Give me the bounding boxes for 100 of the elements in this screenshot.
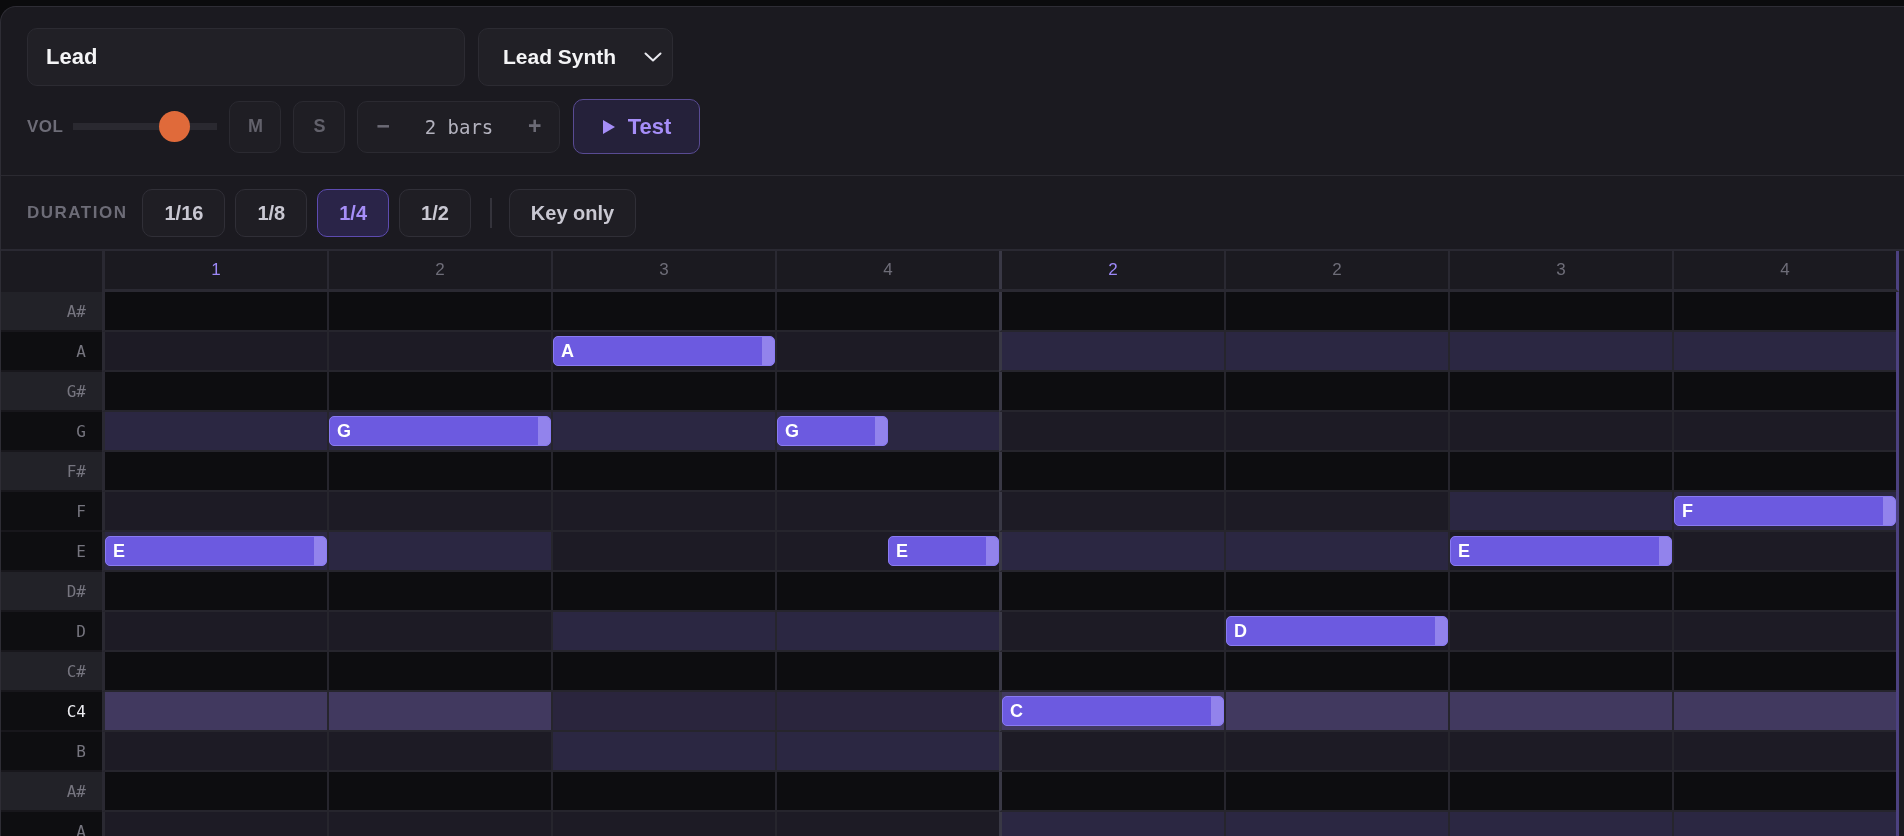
grid-cell[interactable] [1448, 612, 1672, 652]
grid-cell[interactable] [1224, 692, 1448, 732]
grid-cell[interactable] [1224, 532, 1448, 572]
grid-cell[interactable] [1224, 452, 1448, 492]
grid-cell[interactable] [102, 732, 327, 772]
grid-cell[interactable] [775, 692, 999, 732]
grid-cell[interactable] [1224, 572, 1448, 612]
note-block[interactable]: G [329, 416, 551, 446]
grid-cell[interactable] [999, 452, 1224, 492]
note-block[interactable]: E [1450, 536, 1672, 566]
test-button[interactable]: Test [573, 99, 701, 154]
resize-handle[interactable] [1659, 537, 1671, 565]
piano-key[interactable]: D [1, 612, 102, 652]
grid-cell[interactable] [327, 572, 551, 612]
grid-cell[interactable] [102, 332, 327, 372]
grid-cell[interactable] [999, 772, 1224, 812]
grid-cell[interactable]: G [775, 412, 999, 452]
grid-cell[interactable] [1448, 732, 1672, 772]
grid-cell[interactable]: E [102, 532, 327, 572]
grid-cell[interactable] [775, 292, 999, 332]
grid-cell[interactable] [775, 492, 999, 532]
grid-cell[interactable] [1224, 732, 1448, 772]
grid-cell[interactable] [1224, 492, 1448, 532]
grid-cell[interactable] [102, 692, 327, 732]
resize-handle[interactable] [875, 417, 887, 445]
duration-option[interactable]: 1/4 [317, 189, 389, 237]
resize-handle[interactable] [1211, 697, 1223, 725]
piano-key[interactable]: G# [1, 372, 102, 412]
piano-key[interactable]: C# [1, 652, 102, 692]
grid-cell[interactable] [1448, 652, 1672, 692]
grid-cell[interactable] [327, 692, 551, 732]
grid-cell[interactable] [1672, 572, 1896, 612]
duration-option[interactable]: 1/2 [399, 189, 471, 237]
note-block[interactable]: E [105, 536, 327, 566]
grid-cell[interactable] [551, 532, 775, 572]
grid-cell[interactable] [327, 612, 551, 652]
grid-cell[interactable] [102, 572, 327, 612]
duration-option[interactable]: 1/8 [235, 189, 308, 237]
grid-cell[interactable]: A [551, 332, 775, 372]
grid-cell[interactable] [1672, 332, 1896, 372]
grid-cell[interactable] [551, 652, 775, 692]
grid-cell[interactable] [327, 292, 551, 332]
resize-handle[interactable] [762, 337, 774, 365]
note-block[interactable]: A [553, 336, 775, 366]
grid-cell[interactable] [1224, 372, 1448, 412]
grid-cell[interactable]: E [775, 532, 999, 572]
grid-cell[interactable] [999, 612, 1224, 652]
slider-thumb[interactable] [158, 111, 190, 142]
grid-cell[interactable] [327, 772, 551, 812]
grid-cell[interactable] [102, 612, 327, 652]
grid-cell[interactable] [999, 292, 1224, 332]
grid-cell[interactable] [551, 572, 775, 612]
piano-key[interactable]: A [1, 332, 102, 372]
note-block[interactable]: G [777, 416, 888, 446]
grid-cell[interactable] [102, 412, 327, 452]
grid-cell[interactable] [1448, 572, 1672, 612]
grid-cell[interactable] [1672, 292, 1896, 332]
grid-cell[interactable] [327, 492, 551, 532]
duration-option[interactable]: 1/16 [142, 189, 226, 237]
piano-key[interactable]: F [1, 492, 102, 532]
grid-cell[interactable] [1672, 732, 1896, 772]
grid-cell[interactable] [551, 292, 775, 332]
grid-cell[interactable] [1672, 372, 1896, 412]
grid-cell[interactable] [1448, 452, 1672, 492]
grid-cell[interactable] [1448, 292, 1672, 332]
grid-cell[interactable] [775, 332, 999, 372]
grid-cell[interactable] [1672, 692, 1896, 732]
grid-cell[interactable] [1672, 612, 1896, 652]
grid-cell[interactable] [775, 372, 999, 412]
grid-cell[interactable]: G [327, 412, 551, 452]
grid-cell[interactable] [327, 652, 551, 692]
grid-cell[interactable] [551, 492, 775, 532]
decrement-button[interactable]: − [372, 113, 394, 140]
note-block[interactable]: F [1674, 496, 1896, 526]
grid-cell[interactable] [327, 332, 551, 372]
note-block[interactable]: C [1002, 696, 1224, 726]
grid-cell[interactable] [102, 372, 327, 412]
note-block[interactable]: D [1226, 616, 1448, 646]
grid-cell[interactable] [999, 372, 1224, 412]
grid-cell[interactable] [551, 372, 775, 412]
solo-button[interactable]: S [293, 100, 346, 153]
grid-cell[interactable] [999, 572, 1224, 612]
resize-handle[interactable] [986, 537, 998, 565]
grid-cell[interactable] [1224, 412, 1448, 452]
grid-cell[interactable] [999, 412, 1224, 452]
grid-cell[interactable]: C [999, 692, 1224, 732]
piano-key[interactable]: C4 [1, 692, 102, 732]
mute-button[interactable]: M [229, 100, 282, 153]
piano-key[interactable]: E [1, 532, 102, 572]
grid-cell[interactable] [775, 772, 999, 812]
grid-cell[interactable] [1448, 492, 1672, 532]
piano-key[interactable]: A# [1, 292, 102, 332]
grid-cell[interactable] [775, 612, 999, 652]
track-name-field[interactable]: Lead [27, 28, 465, 86]
grid-cell[interactable] [1448, 372, 1672, 412]
grid-cell[interactable] [999, 732, 1224, 772]
resize-handle[interactable] [314, 537, 326, 565]
grid-cell[interactable] [775, 572, 999, 612]
instrument-select[interactable]: Lead Synth [478, 28, 673, 86]
grid-cell[interactable] [551, 452, 775, 492]
